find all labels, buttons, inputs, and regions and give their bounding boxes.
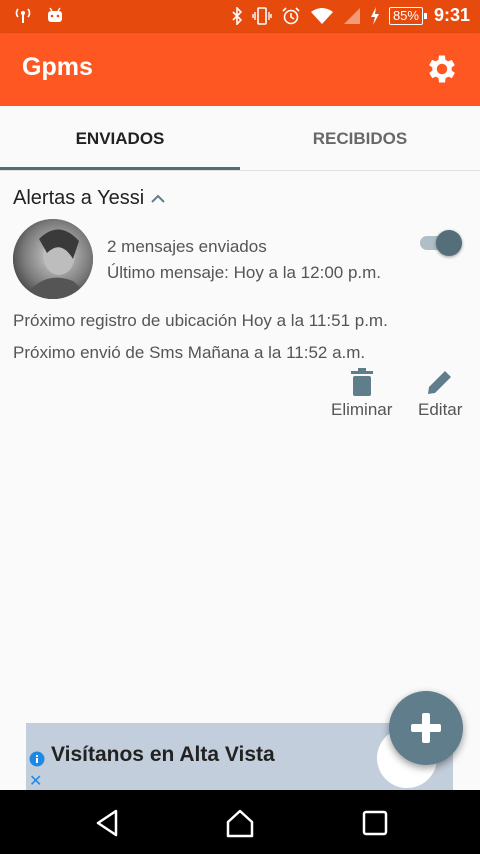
vibrate-icon	[252, 6, 272, 25]
tabs-divider	[0, 170, 480, 171]
bluetooth-icon	[232, 6, 243, 25]
wifi-icon	[310, 7, 333, 24]
app-title: Gpms	[22, 53, 93, 81]
back-icon[interactable]	[92, 808, 122, 838]
navigation-bar	[0, 790, 480, 854]
next-sms: Próximo envió de Sms Mañana a la 11:52 a…	[13, 343, 366, 362]
messages-sent: 2 mensajes enviados	[107, 237, 267, 256]
edit-button[interactable]: Editar	[418, 368, 462, 420]
info-icon[interactable]	[29, 751, 45, 767]
delete-button[interactable]: Eliminar	[331, 368, 392, 420]
home-icon[interactable]	[225, 808, 255, 838]
next-location: Próximo registro de ubicación Hoy a la 1…	[13, 311, 388, 330]
tab-enviados[interactable]: ENVIADOS	[0, 106, 240, 171]
add-icon	[411, 713, 441, 743]
battery-indicator: 85%	[388, 6, 428, 25]
clock: 9:31	[433, 5, 470, 25]
delete-label: Eliminar	[331, 400, 393, 419]
ad-close-icon[interactable]: ✕	[29, 771, 42, 791]
trash-icon	[350, 368, 373, 396]
recents-icon[interactable]	[360, 808, 390, 838]
last-message: Último mensaje: Hoy a la 12:00 p.m.	[107, 263, 382, 282]
tab-recibidos[interactable]: RECIBIDOS	[240, 106, 480, 171]
pencil-icon	[428, 371, 452, 394]
status-bar: 85% 9:31	[0, 0, 480, 33]
signal-icon	[15, 8, 31, 23]
avatar	[13, 219, 93, 299]
app-bar: Gpms	[0, 33, 480, 106]
alarm-icon	[282, 6, 300, 24]
alert-header[interactable]: Alertas a Yessi	[13, 187, 166, 210]
cell-signal-icon	[343, 7, 360, 24]
android-icon	[48, 7, 62, 22]
alert-toggle[interactable]	[418, 230, 464, 256]
add-button[interactable]	[389, 691, 463, 765]
settings-icon[interactable]	[424, 51, 460, 87]
edit-label: Editar	[418, 400, 463, 419]
tab-bar: ENVIADOS RECIBIDOS	[0, 106, 480, 171]
charging-icon	[370, 6, 379, 25]
chevron-up-icon[interactable]	[150, 194, 166, 204]
ad-text[interactable]: Visítanos en Alta Vista	[51, 743, 275, 767]
alert-title: Alertas a Yessi	[13, 187, 145, 209]
